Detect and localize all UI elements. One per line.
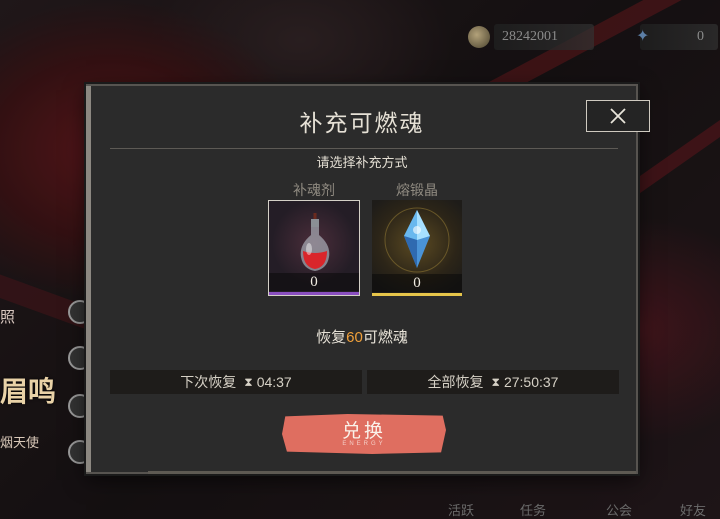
second-currency-value: 0 bbox=[697, 29, 704, 44]
next-restore-label: 下次恢复 bbox=[180, 374, 237, 390]
gem-icon: ✦ bbox=[636, 26, 650, 45]
crystal-icon bbox=[384, 207, 450, 273]
bottom-tab[interactable]: 活跃 bbox=[448, 500, 474, 519]
crystal-count: 0 bbox=[372, 274, 462, 292]
potion-icon bbox=[300, 213, 330, 271]
close-icon bbox=[610, 108, 626, 124]
replenish-dialog: 补充可燃魂 请选择补充方式 补魂剂 熔锻晶 0 0 恢复60可燃魂 下次恢复 ⧗… bbox=[86, 84, 650, 474]
second-currency-display: 0 bbox=[640, 24, 718, 50]
full-restore-timer: 全部恢复 ⧗ 27:50:37 bbox=[367, 370, 619, 394]
hourglass-icon: ⧗ bbox=[491, 374, 500, 389]
potion-count: 0 bbox=[269, 273, 359, 291]
potion-bar bbox=[269, 292, 359, 295]
restore-amount-text: 恢复60可燃魂 bbox=[88, 326, 636, 347]
exchange-button[interactable]: 兑换 ENERGY bbox=[282, 414, 446, 454]
exchange-button-sublabel: ENERGY bbox=[342, 441, 386, 447]
title-divider bbox=[110, 148, 618, 149]
option-label-potion: 补魂剂 bbox=[293, 182, 335, 198]
restore-amount: 60 bbox=[346, 329, 363, 346]
option-crystal[interactable]: 0 bbox=[372, 200, 462, 296]
hourglass-icon: ⧗ bbox=[244, 374, 253, 389]
bottom-tab[interactable]: 任务 bbox=[520, 500, 546, 519]
dialog-subtitle: 请选择补充方式 bbox=[316, 155, 408, 170]
bottom-tab[interactable]: 公会 bbox=[606, 500, 632, 519]
next-restore-time: 04:37 bbox=[256, 374, 292, 390]
full-restore-label: 全部恢复 bbox=[427, 374, 484, 390]
restore-prefix: 恢复 bbox=[316, 329, 347, 346]
currency-value: 28242001 bbox=[502, 29, 558, 44]
bottom-tab[interactable]: 好友 bbox=[680, 500, 706, 519]
coin-icon bbox=[468, 26, 490, 48]
option-potion[interactable]: 0 bbox=[268, 200, 360, 296]
next-restore-timer: 下次恢复 ⧗ 04:37 bbox=[110, 370, 362, 394]
dialog-title: 补充可燃魂 bbox=[299, 111, 425, 137]
side-label: 照 bbox=[0, 308, 16, 326]
exchange-button-label: 兑换 bbox=[341, 420, 386, 442]
close-button[interactable] bbox=[586, 100, 650, 132]
option-label-crystal: 熔锻晶 bbox=[396, 182, 438, 198]
restore-suffix: 可燃魂 bbox=[362, 329, 408, 346]
currency-display: 28242001 bbox=[494, 24, 594, 50]
crystal-bar bbox=[372, 293, 462, 296]
side-title: 眉鸣 bbox=[0, 375, 57, 408]
side-subtitle: 烟天使 bbox=[0, 436, 40, 451]
full-restore-time: 27:50:37 bbox=[503, 374, 559, 390]
